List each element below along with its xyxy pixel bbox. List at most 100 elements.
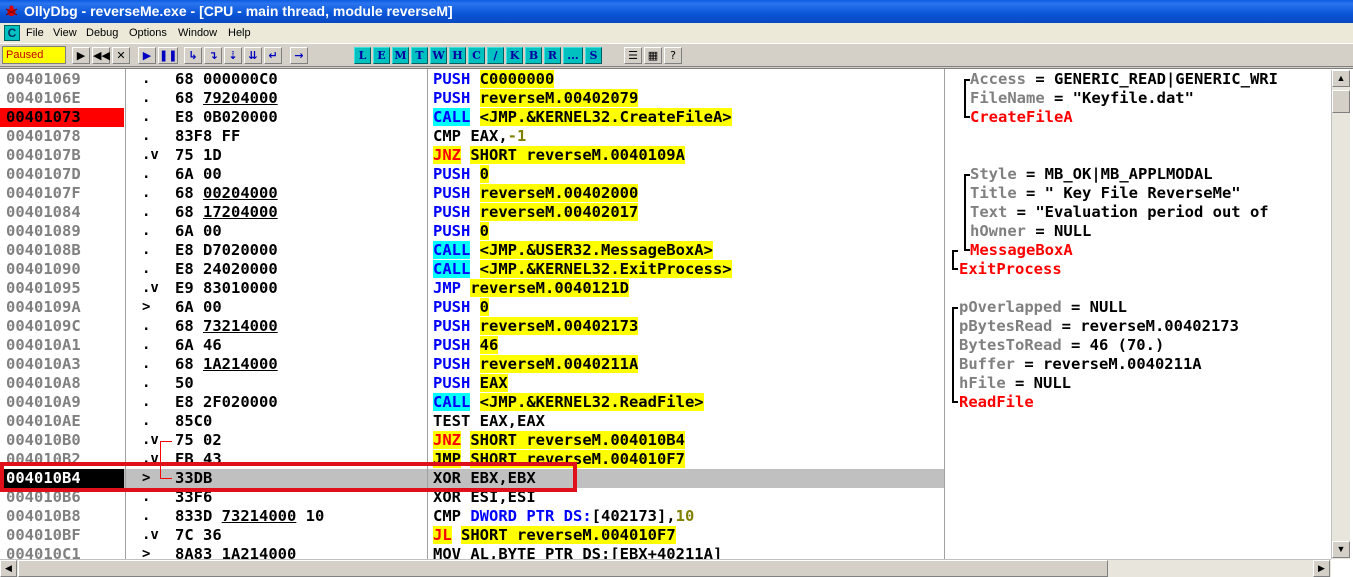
mnemonic: PUSH	[433, 184, 471, 202]
toolbar-window-h-button[interactable]: H	[449, 47, 466, 64]
toolbar-window-c-button[interactable]: C	[468, 47, 485, 64]
flow-marker: .	[142, 128, 151, 144]
operand: <JMP.&KERNEL32.ExitProcess>	[479, 260, 732, 278]
hex-dump-cell: 6A 00	[175, 298, 222, 317]
disasm-row[interactable]: 004010C1 >8A83 1A214000 MOV AL,BYTE PTR DS…	[0, 545, 944, 559]
horizontal-scroll-thumb[interactable]	[18, 560, 1108, 577]
mnemonic: JMP	[433, 279, 461, 297]
operand: C0000000	[479, 70, 555, 88]
address-cell: 00401078	[6, 127, 81, 145]
colors-icon[interactable]: ▦	[644, 47, 662, 64]
disasm-row[interactable]: 0040107B .v 75 1D JNZ SHORT reverseM.004010…	[0, 146, 944, 165]
instruction-cell: JL SHORT reverseM.004010F7	[433, 526, 676, 545]
disasm-row[interactable]: 004010A9. E8 2F020000 CALL <JMP.&KERNEL32.…	[0, 393, 944, 412]
step-into-icon[interactable]: ↳	[184, 47, 202, 64]
toolbar-window-l-button[interactable]: L	[354, 47, 371, 64]
scroll-down-arrow-icon[interactable]: ▼	[1332, 541, 1350, 558]
menu-debug[interactable]: Debug	[84, 23, 120, 43]
go-to-icon[interactable]: →	[290, 47, 308, 64]
disasm-row[interactable]: 004010B8. 833D 73214000 10 CMP DWORD PTR D…	[0, 507, 944, 526]
restart-icon[interactable]: ◀◀	[92, 47, 110, 64]
disasm-row[interactable]: 00401073. E8 0B020000 CALL <JMP.&KERNEL32.…	[0, 108, 944, 127]
flow-marker: .	[142, 71, 151, 87]
help-icon[interactable]: ?	[664, 47, 682, 64]
toolbar-window-t-button[interactable]: T	[411, 47, 428, 64]
toolbar-window-w-button[interactable]: W	[430, 47, 447, 64]
operand-text: C0000000	[479, 70, 555, 88]
menu-file[interactable]: File	[24, 23, 46, 43]
api-argument-comment: FileName = "Keyfile.dat"	[970, 89, 1331, 108]
toolbar-window-k-button[interactable]: K	[506, 47, 523, 64]
disasm-row[interactable]: 0040107F. 68 00204000 PUSH reverseM.004020…	[0, 184, 944, 203]
scroll-thumb[interactable]	[1332, 90, 1350, 113]
scroll-right-arrow-icon[interactable]: ▶	[1313, 560, 1330, 577]
argument-value: = " Key File ReverseMe"	[1016, 184, 1241, 202]
pause-icon[interactable]: ❚❚	[158, 47, 178, 64]
mnemonic: PUSH	[433, 165, 471, 183]
address-cell: 004010A9	[6, 393, 81, 411]
disasm-row[interactable]: 0040109C. 68 73214000 PUSH reverseM.004021…	[0, 317, 944, 336]
disasm-row[interactable]: 00401095 .v E9 83010000 JMP reverseM.004012…	[0, 279, 944, 298]
hex-dump-cell: 6A 00	[175, 165, 222, 184]
trace-into-icon[interactable]: ⇣	[224, 47, 242, 64]
list-icon[interactable]: ☰	[624, 47, 642, 64]
flow-marker: .	[142, 413, 151, 429]
hex-dump-cell: 68 1A214000	[175, 355, 278, 374]
menu-view[interactable]: View	[51, 23, 79, 43]
disasm-row[interactable]: 0040108B. E8 D7020000 CALL <JMP.&USER32.Me…	[0, 241, 944, 260]
toolbar-window-patches-button[interactable]: /	[487, 47, 504, 64]
address-cell: 004010A1	[6, 336, 81, 354]
run-icon[interactable]: ▶	[138, 47, 156, 64]
argument-value: = NULL	[1005, 374, 1071, 392]
argument-bracket	[952, 307, 958, 403]
disasm-row[interactable]: 00401089. 6A 00 PUSH 0	[0, 222, 944, 241]
toolbar-window-b-button[interactable]: B	[525, 47, 542, 64]
address-cell: 00401069	[6, 70, 81, 88]
disasm-row[interactable]: 004010A3. 68 1A214000 PUSH reverseM.004021…	[0, 355, 944, 374]
menu-window[interactable]: Window	[176, 23, 219, 43]
toolbar-window-call-tree-button[interactable]: ...	[563, 47, 583, 64]
menu-help[interactable]: Help	[226, 23, 253, 43]
disasm-row[interactable]: 0040107D. 6A 00 PUSH 0	[0, 165, 944, 184]
disasm-row[interactable]: 004010AE. 85C0 TEST EAX,EAX	[0, 412, 944, 431]
operand-text: 10	[675, 507, 695, 525]
cpu-window-icon[interactable]: C	[4, 25, 20, 41]
operand-text: -1	[507, 127, 527, 145]
menu-options[interactable]: Options	[127, 23, 169, 43]
toolbar-window-e-button[interactable]: E	[373, 47, 390, 64]
disasm-row[interactable]: 00401078. 83F8 FF CMP EAX,-1	[0, 127, 944, 146]
disasm-row[interactable]: 00401069. 68 000000C0 PUSH C0000000	[0, 70, 944, 89]
hex-bytes: 68	[175, 317, 203, 335]
disasm-row[interactable]: 004010BF .v 7C 36 JL SHORT reverseM.004010F…	[0, 526, 944, 545]
scroll-left-arrow-icon[interactable]: ◀	[0, 560, 17, 577]
toolbar-window-m-button[interactable]: M	[392, 47, 409, 64]
disasm-row[interactable]: 004010A1. 6A 46 PUSH 46	[0, 336, 944, 355]
instruction-cell: PUSH EAX	[433, 374, 508, 393]
comments-pane[interactable]: Access = GENERIC_READ|GENERIC_WRI FileNam…	[946, 70, 1331, 559]
trace-over-icon[interactable]: ⇊	[244, 47, 262, 64]
flow-marker: .	[142, 394, 151, 410]
close-icon[interactable]: ✕	[112, 47, 130, 64]
scroll-up-arrow-icon[interactable]: ▲	[1332, 70, 1350, 87]
vertical-scrollbar[interactable]: ▲ ▼	[1331, 70, 1350, 559]
disasm-row[interactable]: 00401084. 68 17204000 PUSH reverseM.004020…	[0, 203, 944, 222]
disasm-row[interactable]: 004010B0 .v 75 02 JNZ SHORT reverseM.004010…	[0, 431, 944, 450]
step-over-icon[interactable]: ↴	[204, 47, 222, 64]
operand-text: 0	[479, 222, 490, 240]
horizontal-scrollbar[interactable]: ◀ ▶	[0, 559, 1331, 577]
argument-name: Title	[970, 184, 1017, 202]
disasm-row[interactable]: 004010A8. 50 PUSH EAX	[0, 374, 944, 393]
argument-name: hOwner	[970, 222, 1026, 240]
address-cell: 004010A3	[6, 355, 81, 373]
disasm-row[interactable]: 0040109A >6A 00 PUSH 0	[0, 298, 944, 317]
flow-marker: .	[142, 204, 151, 220]
toolbar-window-r-button[interactable]: R	[544, 47, 561, 64]
disasm-row[interactable]: 0040106E. 68 79204000 PUSH reverseM.004020…	[0, 89, 944, 108]
title-bar[interactable]: OllyDbg - reverseMe.exe - [CPU - main th…	[0, 0, 1353, 23]
open-icon[interactable]: ▶	[72, 47, 90, 64]
mnemonic: PUSH	[433, 298, 471, 316]
disasm-row[interactable]: 00401090. E8 24020000 CALL <JMP.&KERNEL32.…	[0, 260, 944, 279]
api-argument-comment: Style = MB_OK|MB_APPLMODAL	[970, 165, 1331, 184]
execute-till-return-icon[interactable]: ↵	[264, 47, 282, 64]
toolbar-window-s-button[interactable]: S	[585, 47, 602, 64]
